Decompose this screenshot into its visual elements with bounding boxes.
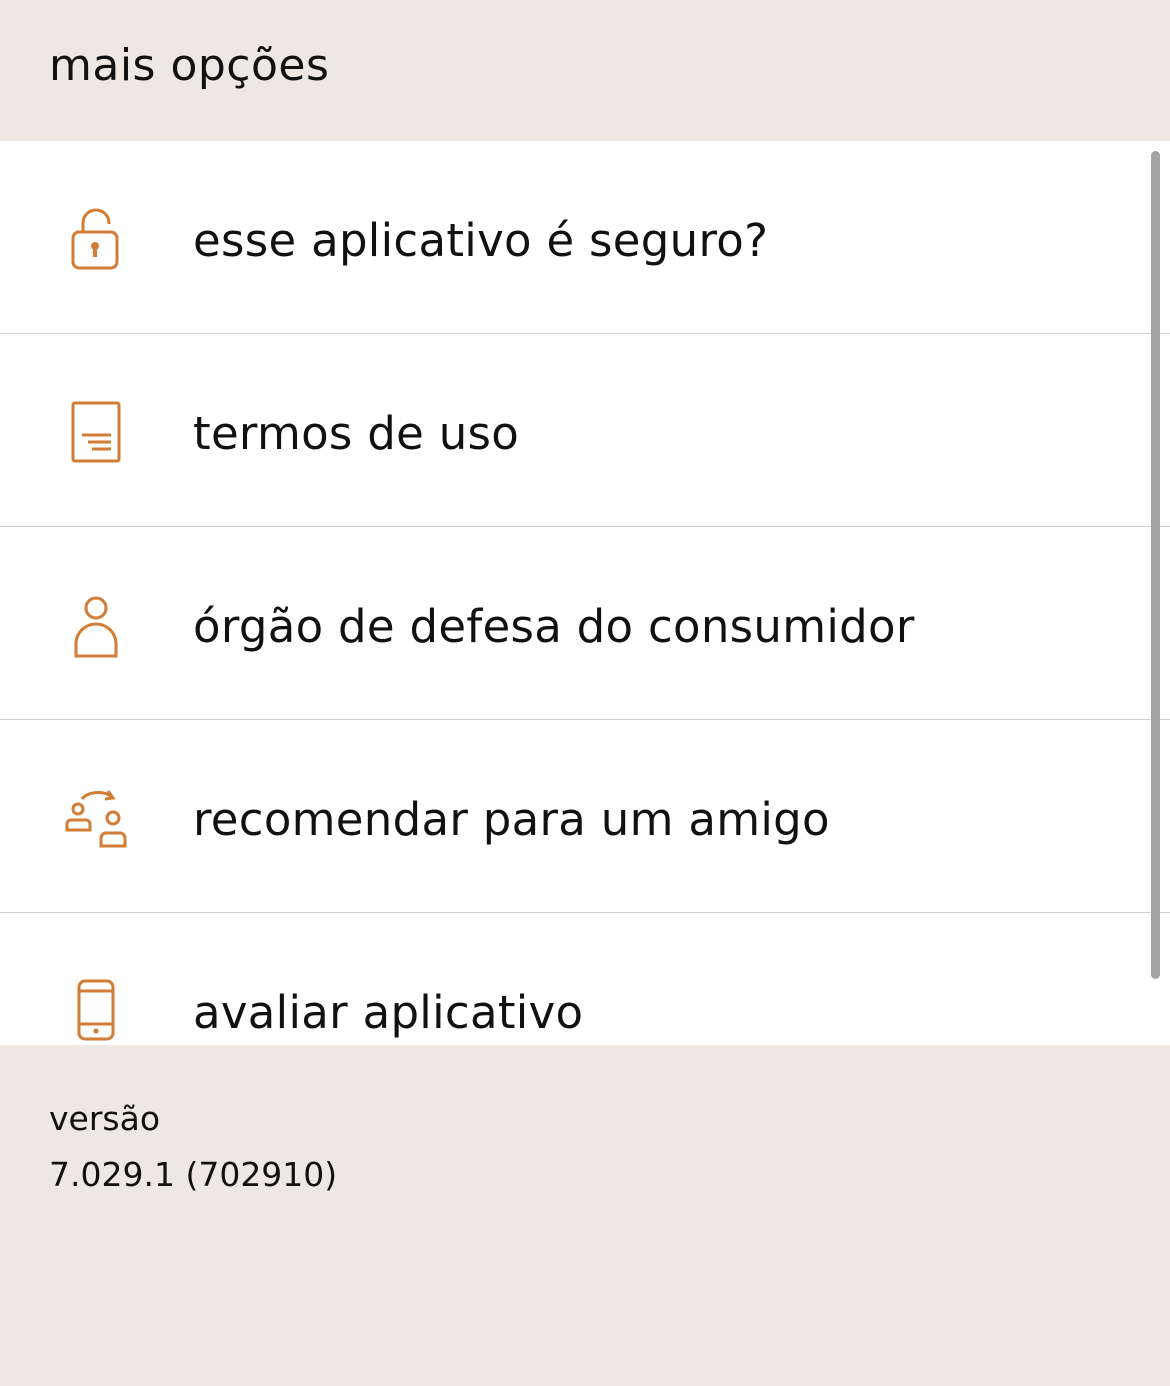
options-list[interactable]: esse aplicativo é seguro? termos de uso … — [0, 141, 1170, 1045]
menu-item-app-security[interactable]: esse aplicativo é seguro? — [0, 141, 1170, 334]
menu-item-label: recomendar para um amigo — [193, 793, 830, 846]
document-icon — [58, 395, 134, 471]
menu-item-rate-app[interactable]: avaliar aplicativo — [0, 913, 1170, 1045]
menu-item-label: avaliar aplicativo — [193, 986, 584, 1039]
scrollbar[interactable] — [1151, 151, 1160, 979]
person-icon — [58, 588, 134, 664]
menu-item-label: termos de uso — [193, 407, 520, 460]
phone-icon — [58, 974, 134, 1045]
version-footer: versão 7.029.1 (702910) — [0, 1045, 1170, 1386]
menu-item-recommend-friend[interactable]: recomendar para um amigo — [0, 720, 1170, 913]
menu-item-consumer-protection[interactable]: órgão de defesa do consumidor — [0, 527, 1170, 720]
top-bar: mais opções — [0, 0, 1170, 141]
version-value: 7.029.1 (702910) — [49, 1155, 338, 1194]
version-label: versão — [49, 1099, 161, 1138]
menu-item-label: esse aplicativo é seguro? — [193, 214, 769, 267]
share-friend-icon — [58, 781, 134, 857]
lock-icon — [58, 202, 134, 278]
menu-item-label: órgão de defesa do consumidor — [193, 600, 915, 653]
page-title: mais opções — [49, 40, 330, 91]
menu-item-terms-of-use[interactable]: termos de uso — [0, 334, 1170, 527]
